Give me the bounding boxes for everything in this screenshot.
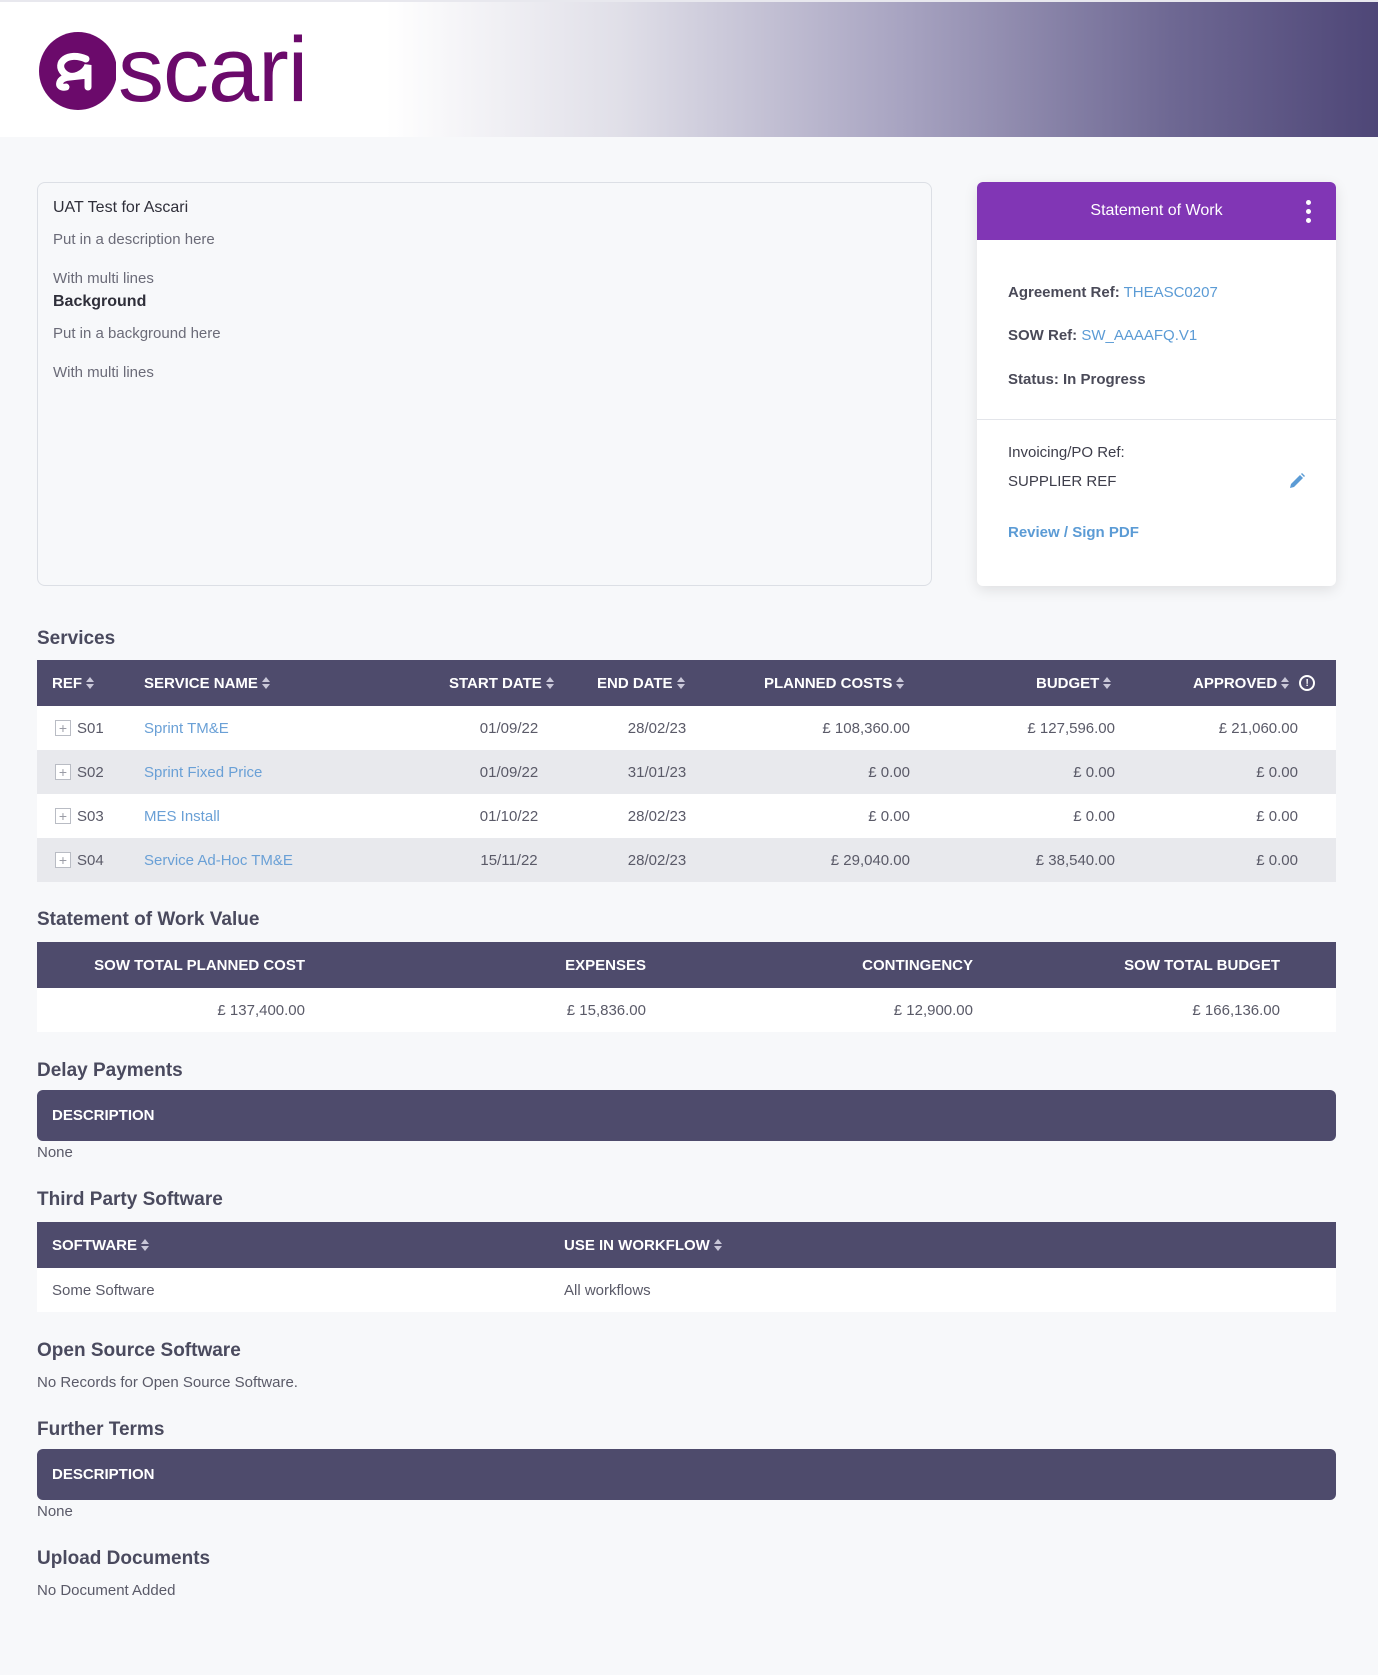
sort-icon [261, 677, 270, 689]
expand-row-icon[interactable]: + [55, 808, 71, 824]
logo-mark-icon [39, 32, 116, 110]
invoicing-value: SUPPLIER REF [1008, 473, 1117, 490]
col-approved[interactable]: APPROVED! [1193, 660, 1316, 706]
description-text: Put in a description here [53, 231, 215, 248]
col-use-in-workflow[interactable]: USE IN WORKFLOW [564, 1222, 722, 1268]
review-sign-pdf-link[interactable]: Review / Sign PDF [1008, 524, 1139, 541]
sow-title: UAT Test for Ascari [53, 199, 189, 216]
description-text-2: With multi lines [53, 270, 154, 287]
sow-ref-link[interactable]: SW_AAAAFQ.V1 [1081, 327, 1197, 344]
upload-documents-empty: No Document Added [37, 1582, 176, 1599]
agreement-ref: Agreement Ref: THEASC0207 [1008, 284, 1218, 301]
sow-card: Statement of Work Agreement Ref: THEASC0… [977, 182, 1336, 586]
service-name-link[interactable]: Service Ad-Hoc TM&E [144, 838, 293, 882]
more-options-icon[interactable] [1306, 200, 1312, 223]
sow-value-title: Statement of Work Value [37, 909, 260, 930]
further-terms-header: DESCRIPTION [37, 1449, 1336, 1500]
further-terms-table: DESCRIPTION [37, 1449, 1336, 1500]
col-end-date[interactable]: END DATE [597, 660, 685, 706]
services-table-header: REF SERVICE NAME START DATE END DATE PLA… [37, 660, 1336, 706]
col-expenses: EXPENSES [565, 956, 646, 974]
third-party-table: SOFTWARE USE IN WORKFLOW Some Software A… [37, 1222, 1336, 1312]
sow-value-row: £ 137,400.00 £ 15,836.00 £ 12,900.00 £ 1… [37, 988, 1336, 1032]
sort-icon [713, 1239, 722, 1251]
col-start-date[interactable]: START DATE [449, 660, 554, 706]
col-contingency: CONTINGENCY [862, 956, 973, 974]
info-icon[interactable]: ! [1299, 675, 1316, 691]
expand-row-icon[interactable]: + [55, 720, 71, 736]
background-text-2: With multi lines [53, 364, 154, 381]
col-budget[interactable]: BUDGET [1036, 660, 1112, 706]
third-party-header: SOFTWARE USE IN WORKFLOW [37, 1222, 1336, 1268]
background-heading: Background [53, 293, 147, 310]
sort-icon [676, 677, 685, 689]
sort-icon [1281, 677, 1290, 689]
sort-icon [86, 677, 94, 689]
invoicing-label: Invoicing/PO Ref: [1008, 444, 1125, 461]
description-panel: UAT Test for Ascari Put in a description… [37, 182, 932, 586]
expand-row-icon[interactable]: + [55, 852, 71, 868]
col-sow-total-planned: SOW TOTAL PLANNED COST [94, 956, 305, 974]
expand-row-icon[interactable]: + [55, 764, 71, 780]
sow-value-header: SOW TOTAL PLANNED COST EXPENSES CONTINGE… [37, 942, 1336, 988]
ascari-logo[interactable]: scari [36, 19, 308, 121]
table-row: + S01 Sprint TM&E 01/09/22 28/02/23 £ 108… [37, 706, 1336, 750]
sow-card-header: Statement of Work [977, 182, 1336, 240]
further-terms-title: Further Terms [37, 1419, 165, 1440]
delay-payments-table: DESCRIPTION [37, 1090, 1336, 1141]
sort-icon [545, 677, 554, 689]
agreement-ref-link[interactable]: THEASC0207 [1124, 284, 1218, 301]
background-text: Put in a background here [53, 325, 221, 342]
col-software[interactable]: SOFTWARE [52, 1222, 149, 1268]
services-table: REF SERVICE NAME START DATE END DATE PLA… [37, 660, 1336, 882]
col-sow-total-budget: SOW TOTAL BUDGET [1124, 956, 1280, 974]
third-party-title: Third Party Software [37, 1189, 223, 1210]
sort-icon [896, 677, 905, 689]
service-name-link[interactable]: Sprint TM&E [144, 706, 229, 750]
further-terms-empty: None [37, 1503, 73, 1520]
sort-icon [1103, 677, 1112, 689]
open-source-title: Open Source Software [37, 1340, 241, 1361]
sort-icon [141, 1239, 149, 1251]
delay-payments-title: Delay Payments [37, 1060, 183, 1081]
col-planned-costs[interactable]: PLANNED COSTS [764, 660, 905, 706]
card-divider [977, 419, 1336, 420]
table-row: Some Software All workflows [37, 1268, 1336, 1312]
table-row: + S04 Service Ad-Hoc TM&E 15/11/22 28/02/… [37, 838, 1336, 882]
sow-card-title: Statement of Work [1090, 202, 1223, 219]
table-row: + S02 Sprint Fixed Price 01/09/22 31/01/2… [37, 750, 1336, 794]
service-name-link[interactable]: MES Install [144, 794, 220, 838]
col-ref[interactable]: REF [52, 660, 94, 706]
service-name-link[interactable]: Sprint Fixed Price [144, 750, 262, 794]
open-source-empty: No Records for Open Source Software. [37, 1374, 298, 1391]
services-title: Services [37, 628, 116, 649]
edit-pencil-icon[interactable] [1288, 472, 1306, 490]
page-header: scari [0, 0, 1378, 137]
logo-text: scari [118, 19, 308, 121]
table-row: + S03 MES Install 01/10/22 28/02/23 £ 0.0… [37, 794, 1336, 838]
status-value: In Progress [1063, 371, 1146, 388]
status: Status: In Progress [1008, 371, 1146, 388]
sow-value-table: SOW TOTAL PLANNED COST EXPENSES CONTINGE… [37, 942, 1336, 1032]
sow-ref: SOW Ref: SW_AAAAFQ.V1 [1008, 327, 1198, 344]
delay-payments-empty: None [37, 1144, 73, 1161]
delay-payments-header: DESCRIPTION [37, 1090, 1336, 1141]
col-service-name[interactable]: SERVICE NAME [144, 660, 270, 706]
upload-documents-title: Upload Documents [37, 1548, 211, 1569]
